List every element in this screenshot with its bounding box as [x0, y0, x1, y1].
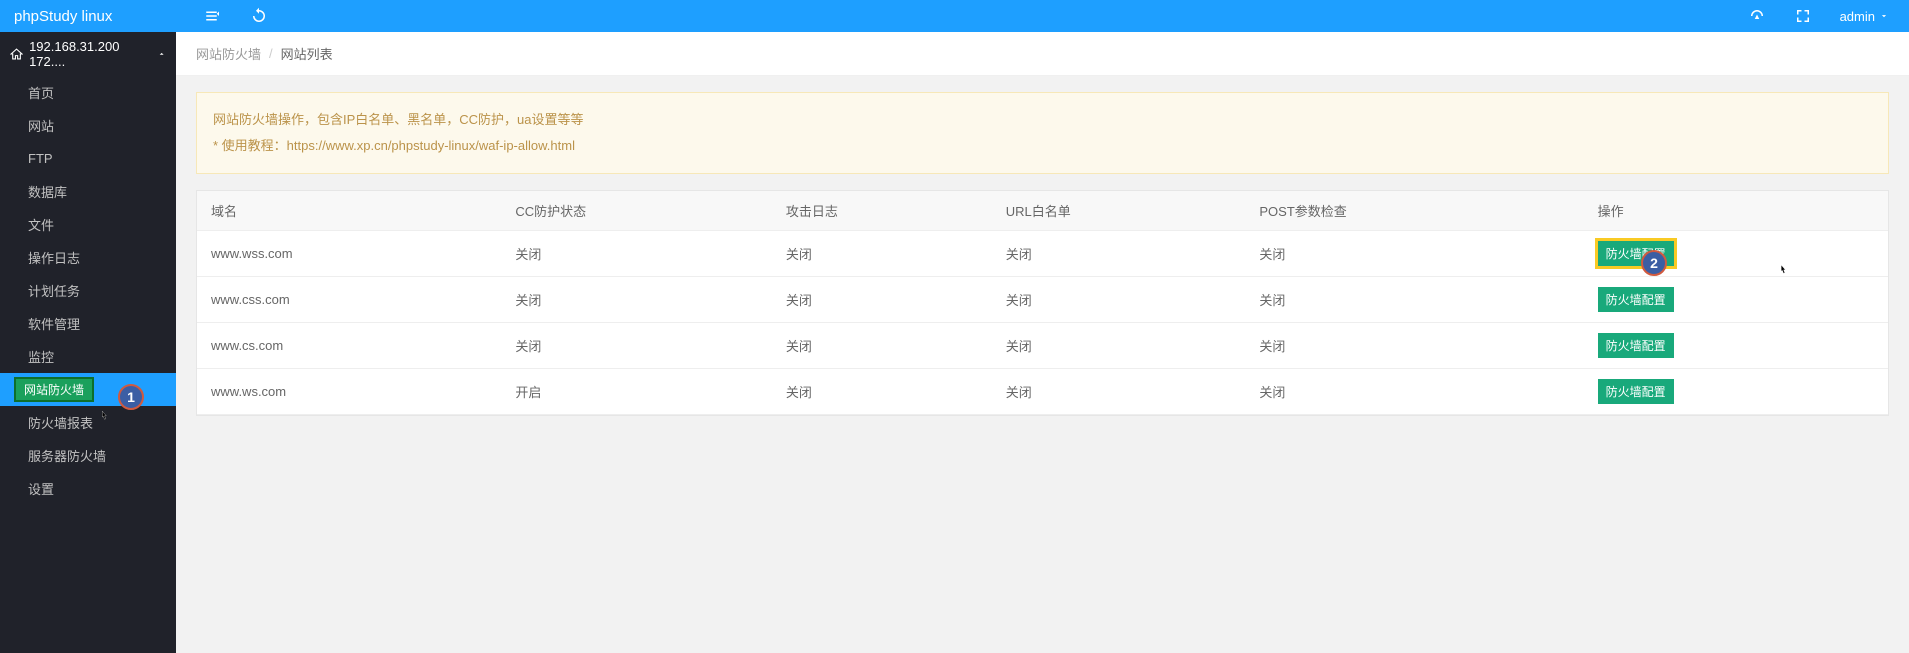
chevron-up-icon [157, 49, 166, 59]
cell: 关闭 [772, 369, 992, 415]
cell: www.css.com [197, 277, 501, 323]
sidebar-item-2[interactable]: FTP [0, 142, 176, 175]
cell: www.wss.com [197, 231, 501, 277]
server-ip-selector[interactable]: 192.168.31.200 172.... [0, 32, 176, 76]
cell: 关闭 [1245, 231, 1583, 277]
cell: 关闭 [772, 231, 992, 277]
th-domain: 域名 [197, 191, 501, 231]
cell: 开启 [501, 369, 772, 415]
th-post-check: POST参数检查 [1245, 191, 1583, 231]
annotation-badge-1: 1 [118, 384, 144, 410]
sidebar-item-10[interactable]: 防火墙报表 [0, 406, 176, 439]
tip-banner: 网站防火墙操作，包含IP白名单、黑名单，CC防护，ua设置等等 * 使用教程：h… [196, 92, 1889, 174]
cell: 关闭 [1245, 277, 1583, 323]
th-operation: 操作 [1584, 191, 1888, 231]
cell: 关闭 [501, 323, 772, 369]
table-row: www.cs.com关闭关闭关闭关闭防火墙配置 [197, 323, 1888, 369]
sidebar-item-6[interactable]: 计划任务 [0, 274, 176, 307]
table-row: www.css.com关闭关闭关闭关闭防火墙配置 [197, 277, 1888, 323]
sidebar-item-12[interactable]: 设置 [0, 472, 176, 505]
cell: 关闭 [1245, 369, 1583, 415]
topbar: phpStudy linux admin [0, 0, 1909, 32]
chevron-down-icon [1879, 11, 1889, 21]
brand-title: phpStudy linux [0, 0, 176, 32]
content-area: 网站防火墙 / 网站列表 网站防火墙操作，包含IP白名单、黑名单，CC防护，ua… [176, 32, 1909, 653]
sidebar-item-label: 网站防火墙 [14, 377, 94, 402]
firewall-config-button[interactable]: 防火墙配置 [1598, 379, 1674, 404]
menu-toggle-icon[interactable] [204, 7, 222, 25]
sidebar-item-11[interactable]: 服务器防火墙 [0, 439, 176, 472]
th-url-whitelist: URL白名单 [992, 191, 1246, 231]
sidebar: 192.168.31.200 172.... 首页网站FTP数据库文件操作日志计… [0, 32, 176, 653]
sidebar-item-0[interactable]: 首页 [0, 76, 176, 109]
th-cc-status: CC防护状态 [501, 191, 772, 231]
breadcrumb-current: 网站列表 [281, 44, 333, 63]
sidebar-item-7[interactable]: 软件管理 [0, 307, 176, 340]
table-row: www.wss.com关闭关闭关闭关闭防火墙配置 [197, 231, 1888, 277]
server-ip-text: 192.168.31.200 172.... [29, 39, 151, 69]
sidebar-item-8[interactable]: 监控 [0, 340, 176, 373]
cell: 关闭 [501, 277, 772, 323]
sidebar-item-5[interactable]: 操作日志 [0, 241, 176, 274]
cell: 关闭 [772, 277, 992, 323]
cell-operation: 防火墙配置 [1584, 323, 1888, 369]
cell: 关闭 [992, 231, 1246, 277]
cell: 关闭 [501, 231, 772, 277]
firewall-config-button[interactable]: 防火墙配置 [1598, 287, 1674, 312]
sidebar-item-1[interactable]: 网站 [0, 109, 176, 142]
refresh-icon[interactable] [250, 7, 268, 25]
sidebar-item-4[interactable]: 文件 [0, 208, 176, 241]
cell: 关闭 [992, 277, 1246, 323]
th-attack-log: 攻击日志 [772, 191, 992, 231]
sidebar-item-9[interactable]: 网站防火墙 [0, 373, 176, 406]
cell: www.ws.com [197, 369, 501, 415]
cell: 关闭 [1245, 323, 1583, 369]
tip-tutorial-link[interactable]: https://www.xp.cn/phpstudy-linux/waf-ip-… [287, 138, 575, 153]
cell-operation: 防火墙配置 [1584, 231, 1888, 277]
admin-dropdown[interactable]: admin [1840, 9, 1889, 24]
annotation-badge-2: 2 [1641, 250, 1667, 276]
cell: www.cs.com [197, 323, 501, 369]
firewall-config-button[interactable]: 防火墙配置 [1598, 333, 1674, 358]
site-table: 域名 CC防护状态 攻击日志 URL白名单 POST参数检查 操作 www.ws… [196, 190, 1889, 416]
dashboard-icon[interactable] [1748, 7, 1766, 25]
cell-operation: 防火墙配置 [1584, 277, 1888, 323]
cell: 关闭 [992, 323, 1246, 369]
breadcrumb: 网站防火墙 / 网站列表 [176, 32, 1909, 76]
tip-tutorial-prefix: * 使用教程： [213, 138, 287, 153]
breadcrumb-root[interactable]: 网站防火墙 [196, 44, 261, 63]
fullscreen-icon[interactable] [1794, 7, 1812, 25]
cell: 关闭 [772, 323, 992, 369]
admin-label: admin [1840, 9, 1875, 24]
table-row: www.ws.com开启关闭关闭关闭防火墙配置 [197, 369, 1888, 415]
sidebar-item-3[interactable]: 数据库 [0, 175, 176, 208]
breadcrumb-separator: / [269, 46, 273, 61]
cell: 关闭 [992, 369, 1246, 415]
cell-operation: 防火墙配置 [1584, 369, 1888, 415]
tip-line1: 网站防火墙操作，包含IP白名单、黑名单，CC防护，ua设置等等 [213, 107, 1872, 133]
home-icon [10, 47, 23, 61]
